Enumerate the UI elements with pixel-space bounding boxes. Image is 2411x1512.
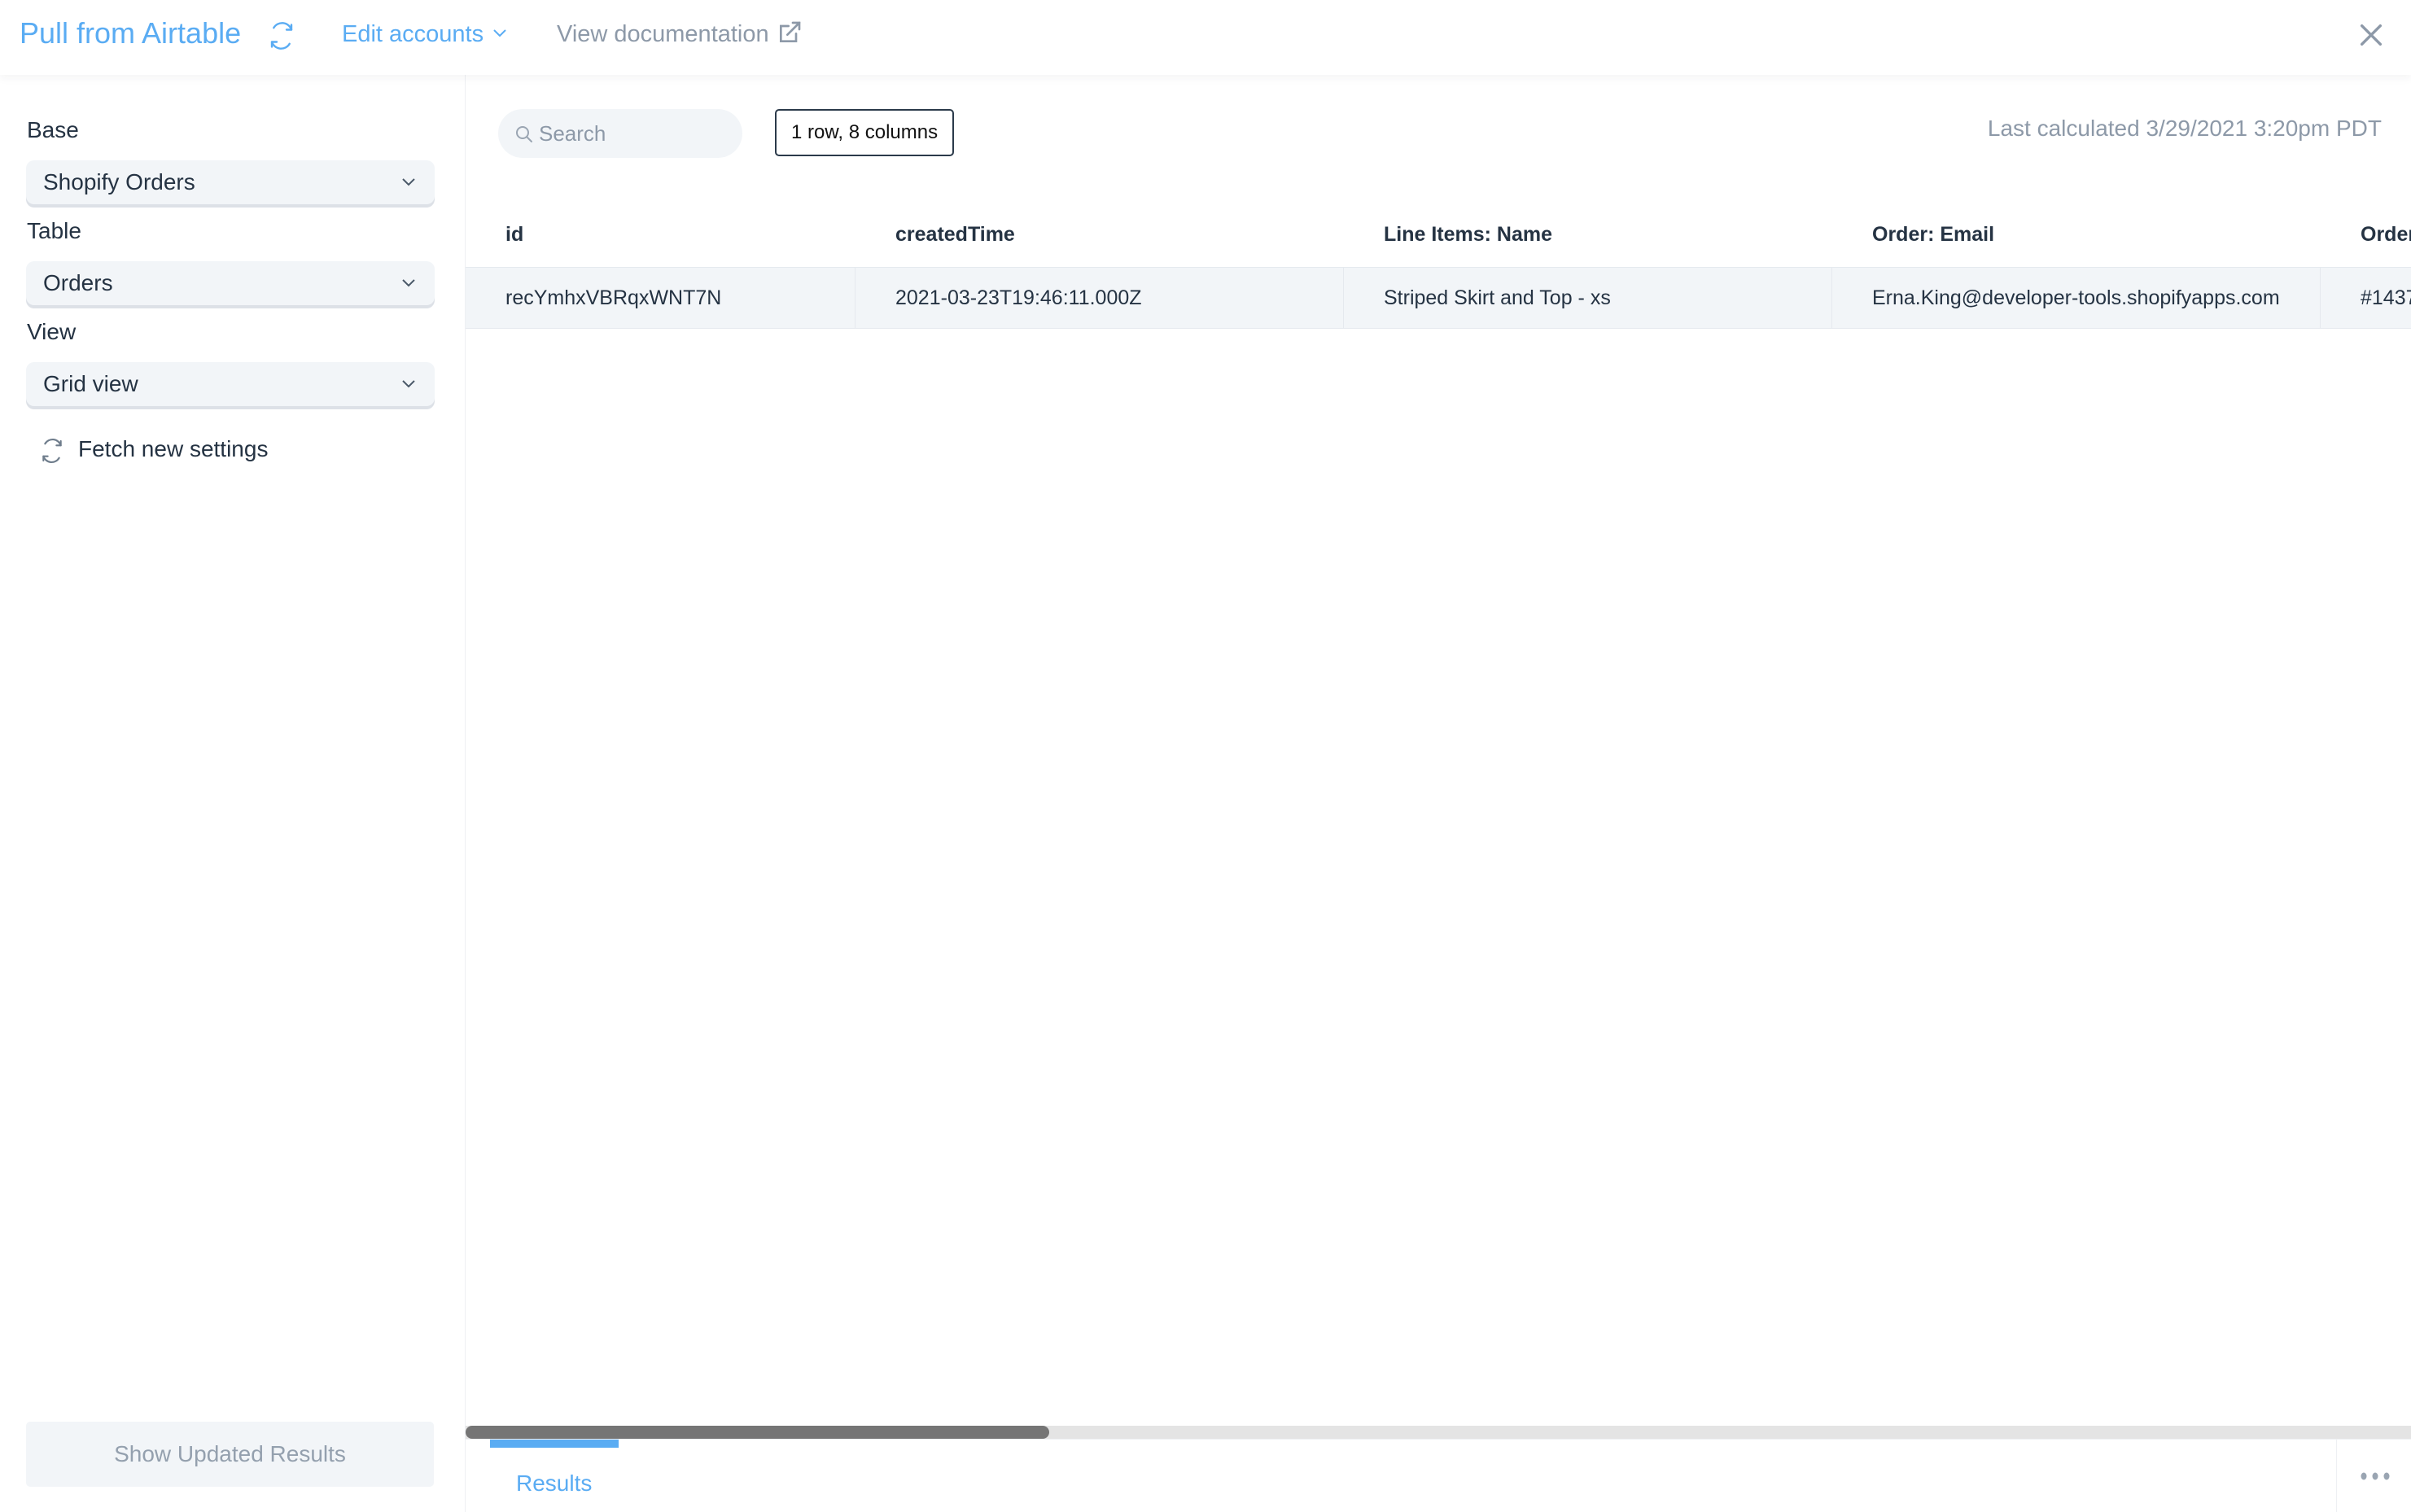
settings-sidebar: Base Shopify Orders Table Orders View Gr…: [0, 75, 466, 1512]
table-cell[interactable]: Striped Skirt and Top - xs: [1344, 268, 1832, 328]
tab-results[interactable]: Results: [490, 1440, 619, 1512]
base-select[interactable]: Shopify Orders: [26, 160, 435, 204]
base-label: Base: [27, 117, 79, 142]
chevron-down-icon: [402, 380, 415, 388]
table-row[interactable]: recYmhxVBRqxWNT7N 2021-03-23T19:46:11.00…: [466, 267, 2411, 329]
chevron-down-icon[interactable]: [492, 28, 508, 39]
edit-accounts-button[interactable]: Edit accounts: [342, 21, 484, 48]
view-label: View: [27, 319, 77, 344]
top-bar: Pull from Airtable Edit accounts View do…: [0, 0, 2411, 75]
column-header-createdtime[interactable]: createdTime: [895, 223, 1015, 247]
show-updated-results-button[interactable]: Show Updated Results: [26, 1422, 434, 1487]
table-cell[interactable]: 2021-03-23T19:46:11.000Z: [855, 268, 1344, 328]
divider: [2336, 1440, 2337, 1512]
results-footer: Results: [466, 1439, 2411, 1512]
table-select-value: Orders: [43, 270, 113, 295]
refresh-icon[interactable]: [267, 21, 296, 50]
page-title: Pull from Airtable: [20, 16, 242, 50]
last-calculated-timestamp: Last calculated 3/29/2021 3:20pm PDT: [1987, 116, 2382, 141]
external-link-icon[interactable]: [777, 20, 803, 46]
view-select[interactable]: Grid view: [26, 362, 435, 406]
view-select-value: Grid view: [43, 371, 138, 396]
results-table: id createdTime Line Items: Name Order: E…: [466, 213, 2411, 329]
row-column-count-badge: 1 row, 8 columns: [775, 109, 955, 156]
search-box[interactable]: [498, 109, 742, 158]
table-cell[interactable]: #1437: [2321, 268, 2411, 328]
scrollbar-thumb[interactable]: [466, 1426, 1049, 1439]
active-tab-indicator: [490, 1440, 619, 1448]
table-select[interactable]: Orders: [26, 261, 435, 305]
table-cell[interactable]: Erna.King@developer-tools.shopifyapps.co…: [1832, 268, 2321, 328]
column-header-id[interactable]: id: [505, 223, 523, 247]
base-select-value: Shopify Orders: [43, 169, 195, 194]
chevron-down-icon: [402, 178, 415, 186]
close-icon[interactable]: [2357, 21, 2385, 49]
tab-results-label: Results: [516, 1470, 593, 1496]
column-header-order[interactable]: Order: [2361, 223, 2411, 247]
more-options-icon[interactable]: [2357, 1464, 2393, 1488]
chevron-down-icon: [402, 279, 415, 287]
results-panel: 1 row, 8 columns Last calculated 3/29/20…: [466, 75, 2411, 1512]
table-cell[interactable]: recYmhxVBRqxWNT7N: [466, 268, 855, 328]
column-header-order-email[interactable]: Order: Email: [1872, 223, 1994, 247]
table-header-row: id createdTime Line Items: Name Order: E…: [466, 213, 2411, 267]
horizontal-scrollbar[interactable]: [466, 1426, 2411, 1439]
search-input[interactable]: [539, 109, 734, 158]
table-label: Table: [27, 218, 81, 243]
view-documentation-link[interactable]: View documentation: [557, 21, 769, 48]
refresh-icon: [42, 438, 62, 464]
column-header-line-items-name[interactable]: Line Items: Name: [1384, 223, 1552, 247]
search-icon: [516, 126, 532, 142]
fetch-new-settings-label: Fetch new settings: [78, 436, 269, 461]
